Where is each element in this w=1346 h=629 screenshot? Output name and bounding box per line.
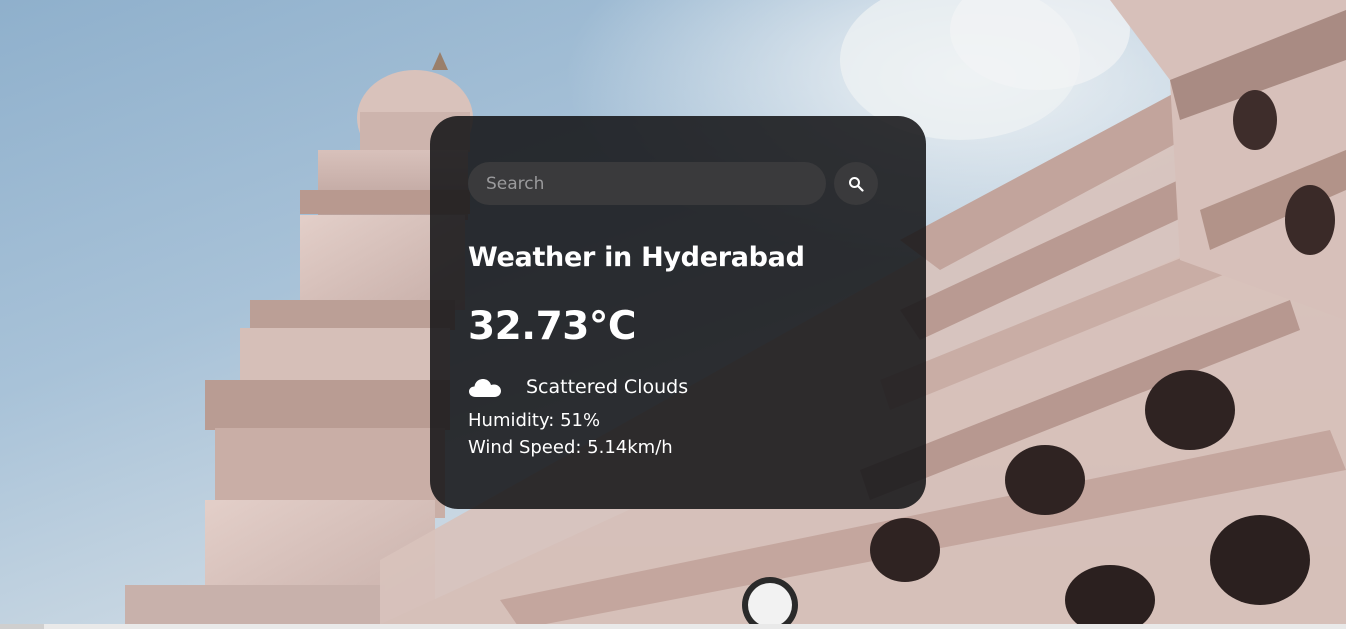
city-heading: Weather in Hyderabad [468, 242, 805, 273]
weather-description-row: Scattered Clouds [468, 369, 888, 405]
weather-card: Weather in Hyderabad 32.73°C Scattered C… [430, 116, 926, 509]
weather-description: Scattered Clouds [526, 376, 689, 398]
wind-speed: Wind Speed: 5.14km/h [468, 437, 673, 458]
search-bar [468, 162, 888, 205]
page: Weather in Hyderabad 32.73°C Scattered C… [0, 0, 1346, 629]
temperature: 32.73°C [468, 304, 636, 349]
horizontal-scrollbar[interactable] [0, 624, 1346, 629]
cloud-icon [468, 369, 526, 405]
search-button[interactable] [834, 162, 878, 205]
scrollbar-thumb[interactable] [0, 624, 44, 629]
search-icon [849, 176, 864, 192]
humidity: Humidity: 51% [468, 410, 601, 431]
search-input[interactable] [468, 162, 826, 205]
